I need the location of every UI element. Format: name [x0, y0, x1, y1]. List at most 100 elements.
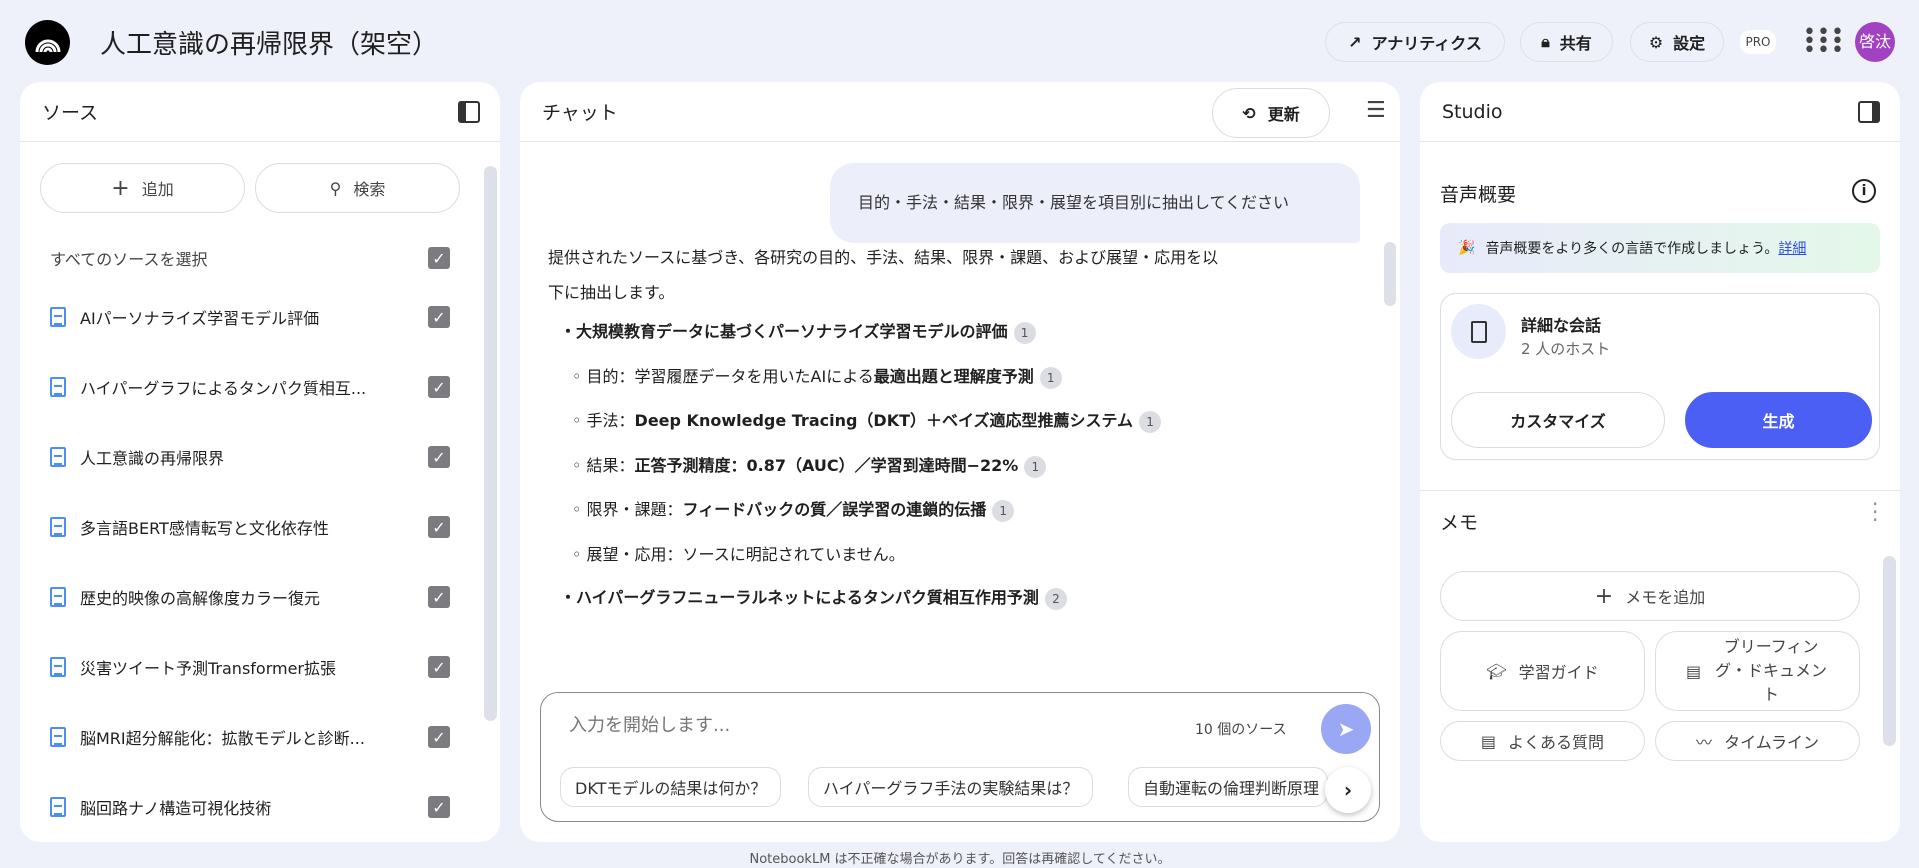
sources-title: ソース [42, 102, 99, 124]
chat-settings-icon[interactable]: ☰ [1366, 98, 1386, 123]
source-checkbox[interactable]: ✓ [428, 376, 450, 398]
document-icon [50, 727, 66, 747]
source-label: AIパーソナライズ学習モデル評価 [80, 309, 320, 328]
faq-button[interactable]: ▤ よくある質問 [1440, 721, 1645, 761]
search-sources-button[interactable]: ⚲ 検索 [255, 163, 460, 213]
graduation-cap-icon: 🎓︎ [1486, 661, 1507, 681]
info-icon[interactable]: i [1852, 179, 1876, 203]
details-link[interactable]: 詳細 [1778, 238, 1806, 258]
scroll-suggestions-right-button[interactable]: › [1325, 767, 1371, 813]
document-icon: ▤ [1686, 661, 1702, 681]
source-item[interactable]: 多言語BERT感情転写と文化依存性 ✓ [50, 502, 450, 552]
source-item[interactable]: ハイパーグラフによるタンパク質相互... ✓ [50, 362, 450, 412]
refresh-button[interactable]: ⟲ 更新 [1212, 88, 1330, 138]
plus-icon: + [1594, 583, 1614, 609]
source-item[interactable]: 歴史的映像の高解像度カラー復元 ✓ [50, 572, 450, 622]
lock-icon: 🔒︎ [1541, 32, 1550, 51]
sources-panel: ソース + 追加 ⚲ 検索 すべてのソースを選択 ✓ AIパーソナライズ学習モデル評価… [20, 82, 500, 842]
document-icon [50, 377, 66, 397]
citation-badge[interactable]: 1 [1039, 366, 1062, 389]
notebook-logo-icon [35, 39, 60, 52]
customize-button[interactable]: カスタマイズ [1451, 392, 1665, 448]
studio-scrollbar[interactable] [1883, 556, 1896, 746]
send-button[interactable]: ➤ [1321, 704, 1371, 754]
card-subtitle: 2 人のホスト [1521, 340, 1611, 358]
source-checkbox[interactable]: ✓ [428, 306, 450, 328]
source-count: 10 個のソース [1195, 722, 1287, 738]
citation-badge[interactable]: 1 [1139, 410, 1162, 433]
source-checkbox[interactable]: ✓ [428, 586, 450, 608]
source-item[interactable]: 人工意識の再帰限界 ✓ [50, 432, 450, 482]
logo[interactable] [25, 20, 70, 65]
search-sparkle-icon: ⚲ [329, 178, 342, 198]
suggestion-chip[interactable]: 自動運転の倫理判断原理 [1128, 767, 1328, 807]
pro-badge: PRO [1740, 30, 1776, 54]
outlook-item: ◦ 展望・応用：ソースに明記されていません。 [572, 545, 905, 564]
memo-title: メモ [1440, 512, 1479, 534]
citation-badge[interactable]: 2 [1044, 587, 1067, 610]
citation-badge[interactable]: 1 [1013, 321, 1036, 344]
suggestion-chip[interactable]: DKTモデルの結果は何か？ [560, 767, 782, 807]
citation-badge[interactable]: 1 [992, 499, 1015, 522]
analytics-button[interactable]: ↗ アナリティクス [1325, 22, 1505, 62]
result-item: ◦ 結果：正答予測精度：0.87（AUC）／学習到達時間−22% 1 [572, 452, 1047, 478]
suggestion-chip[interactable]: ハイパーグラフ手法の実験結果は？ [808, 767, 1094, 807]
section-2-heading: ・ハイパーグラフニューラルネットによるタンパク質相互作用予測 2 [560, 584, 1067, 610]
add-source-button[interactable]: + 追加 [40, 163, 245, 213]
apps-grid-icon[interactable]: ••• ••• ••• [1803, 22, 1845, 62]
source-item[interactable]: 脳MRI超分解能化：拡散モデルと診断... ✓ [50, 712, 450, 762]
memo-more-icon[interactable]: · · · [1872, 494, 1878, 530]
source-item[interactable]: 脳回路ナノ構造可視化技術 ✓ [50, 782, 450, 832]
chat-title: チャット [542, 102, 618, 124]
select-all-row[interactable]: すべてのソースを選択 ✓ [50, 233, 450, 283]
source-label: 人工意識の再帰限界 [80, 449, 225, 468]
timeline-icon: 〰 [1696, 733, 1713, 752]
document-icon [50, 517, 66, 537]
source-checkbox[interactable]: ✓ [428, 726, 450, 748]
study-guide-button[interactable]: 🎓︎ 学習ガイド [1440, 631, 1645, 711]
select-all-checkbox[interactable]: ✓ [428, 247, 450, 269]
language-banner: 🎉 音声概要をより多くの言語で作成しましょう。 詳細 [1440, 223, 1880, 273]
studio-panel: Studio 音声概要 i 🎉 音声概要をより多くの言語で作成しましょう。 詳細 詳… [1420, 82, 1900, 842]
purpose-item: ◦ 目的：学習履歴データを用いたAIによる最適出題と理解度予測 1 [572, 363, 1062, 389]
source-label: 歴史的映像の高解像度カラー復元 [80, 589, 321, 608]
source-item[interactable]: AIパーソナライズ学習モデル評価 ✓ [50, 292, 450, 342]
document-icon [50, 447, 66, 467]
collapse-studio-icon[interactable] [1858, 100, 1880, 123]
trending-icon: ↗ [1348, 32, 1362, 52]
refresh-icon: ⟲ [1242, 103, 1256, 123]
audio-card: 詳細な会話 2 人のホスト カスタマイズ 生成 [1440, 293, 1880, 460]
source-label: 脳回路ナノ構造可視化技術 [80, 799, 272, 818]
source-checkbox[interactable]: ✓ [428, 656, 450, 678]
share-button[interactable]: 🔒︎ 共有 [1520, 22, 1613, 62]
speaker-icon [1451, 304, 1506, 359]
add-memo-button[interactable]: + メモを追加 [1440, 571, 1860, 621]
avatar[interactable]: 啓汰 [1855, 22, 1895, 62]
send-icon: ➤ [1337, 717, 1355, 741]
document-icon [50, 307, 66, 327]
chat-input[interactable] [569, 715, 1169, 736]
timeline-button[interactable]: 〰タイムライン [1655, 721, 1860, 761]
method-item: ◦ 手法：Deep Knowledge Tracing（DKT）＋ベイズ適応型推… [572, 407, 1162, 433]
chat-scrollbar[interactable] [1384, 242, 1396, 306]
disclaimer: NotebookLM は不正確な場合があります。回答は再確認してください。 [749, 852, 1171, 867]
notebook-title[interactable]: 人工意識の再帰限界（架空） [100, 24, 438, 61]
source-checkbox[interactable]: ✓ [428, 796, 450, 818]
source-item[interactable]: 災害ツイート予測Transformer拡張 ✓ [50, 642, 450, 692]
plus-icon: + [111, 175, 130, 201]
citation-badge[interactable]: 1 [1024, 455, 1047, 478]
document-icon [50, 657, 66, 677]
settings-button[interactable]: ⚙ 設定 [1630, 22, 1724, 62]
sources-scrollbar[interactable] [484, 166, 497, 721]
source-checkbox[interactable]: ✓ [428, 516, 450, 538]
generate-button[interactable]: 生成 [1685, 392, 1872, 448]
source-label: ハイパーグラフによるタンパク質相互... [80, 379, 367, 398]
limit-item: ◦ 限界・課題：フィードバックの質／誤学習の連鎖的伝播 1 [572, 496, 1015, 522]
document-icon [50, 797, 66, 817]
source-label: 多言語BERT感情転写と文化依存性 [80, 519, 329, 538]
divider [1420, 490, 1900, 491]
briefing-doc-button[interactable]: ▤ ブリーフィング・ドキュメント [1655, 631, 1860, 711]
user-message: 目的・手法・結果・限界・展望を項目別に抽出してください [830, 163, 1360, 243]
source-checkbox[interactable]: ✓ [428, 446, 450, 468]
collapse-panel-icon[interactable] [458, 100, 480, 123]
